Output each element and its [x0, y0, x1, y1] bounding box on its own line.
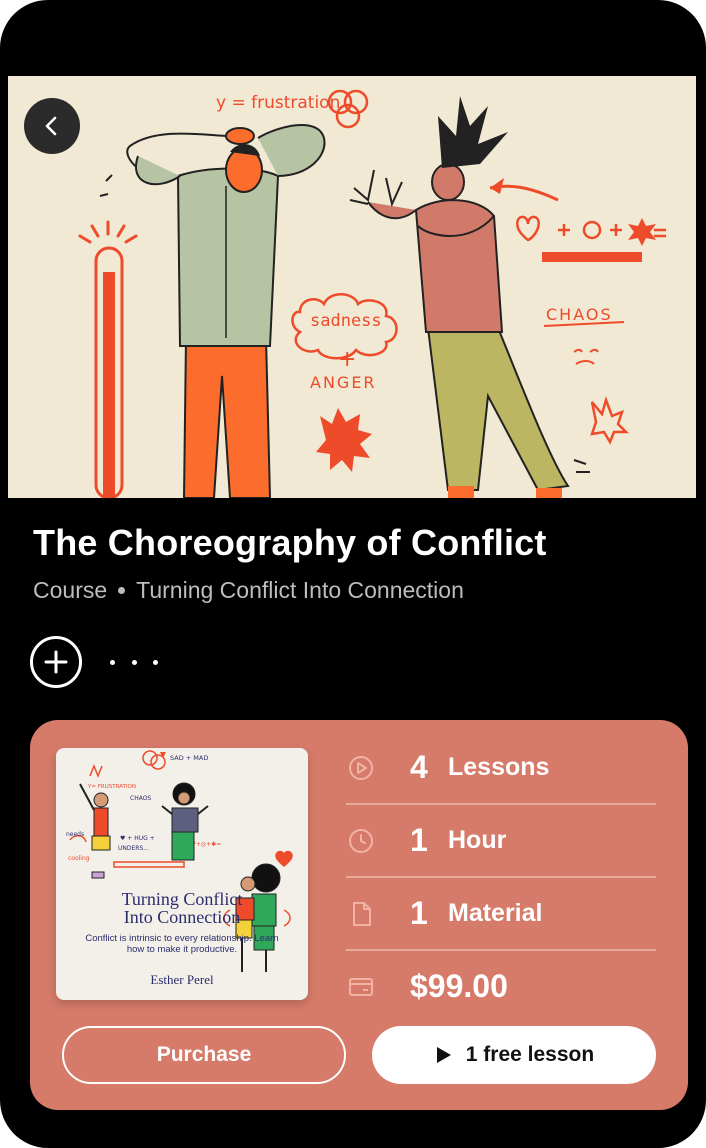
course-type-label: Course: [33, 577, 108, 603]
duration-count: 1: [410, 822, 428, 858]
book-frustration-label: Y= FRUSTRATION: [87, 784, 136, 790]
book-cover[interactable]: SAD + MAD Y= FRUSTRATION CHAOS needs coo…: [56, 748, 308, 1000]
book-title: Turning Conflict Into Connection: [56, 890, 308, 926]
stat-price: $99.00: [346, 951, 656, 1022]
course-stats: 4 Lessons 1 Hour 1 Material $99.00: [346, 732, 656, 1022]
hero-artwork: y = frustration CHAOS sadness + ANGER: [78, 89, 666, 498]
plus-label: +: [338, 347, 356, 372]
book-author: Esther Perel: [150, 972, 214, 987]
course-title: The Choreography of Conflict: [33, 522, 547, 563]
stat-materials: 1 Material: [346, 878, 656, 951]
chaos-label: CHAOS: [546, 305, 613, 324]
course-hero-illustration: y = frustration CHAOS sadness + ANGER: [8, 76, 696, 498]
more-dot-icon: [153, 659, 158, 665]
materials-count: 1: [410, 895, 428, 931]
anger-label: ANGER: [310, 373, 377, 392]
price-value: $99.00: [410, 968, 508, 1004]
play-circle-icon: [349, 756, 373, 780]
more-options-button[interactable]: [110, 644, 158, 680]
duration-label: Hour: [448, 826, 507, 854]
stat-lessons: 4 Lessons: [346, 732, 656, 805]
sadness-label: sadness: [310, 311, 382, 331]
play-icon: [436, 1047, 451, 1063]
book-title-line: Into Connection: [123, 907, 241, 927]
book-cooling-label: cooling: [68, 855, 90, 862]
book-needs-label: needs: [66, 831, 84, 838]
thermometer-drawing: [78, 220, 138, 498]
stat-duration: 1 Hour: [346, 805, 656, 878]
book-hug-label: ♥ + HUG +: [120, 835, 155, 842]
course-purchase-card: SAD + MAD Y= FRUSTRATION CHAOS needs coo…: [30, 720, 688, 1110]
book-description: Conflict is intrinsic to every relations…: [85, 933, 279, 955]
free-lesson-button[interactable]: 1 free lesson: [372, 1026, 656, 1084]
course-series-link[interactable]: Turning Conflict Into Connection: [136, 577, 464, 604]
book-chaos-label: CHAOS: [130, 795, 151, 802]
plus-icon: [44, 650, 68, 674]
course-meta: Course Turning Conflict Into Connection: [33, 577, 464, 604]
man-right-drawing: [349, 96, 590, 498]
lessons-count: 4: [410, 749, 428, 785]
credit-card-icon: [349, 978, 373, 996]
document-icon: [353, 902, 371, 926]
book-title-line: Turning Conflict: [121, 889, 243, 909]
book-sad-mad-label: SAD + MAD: [170, 754, 208, 762]
man-left-drawing: [99, 124, 326, 498]
materials-label: Material: [448, 899, 543, 927]
add-to-library-button[interactable]: [30, 636, 82, 688]
book-understand-label: UNDERS...: [118, 845, 149, 852]
purchase-button[interactable]: Purchase: [62, 1026, 346, 1084]
separator-dot: [118, 587, 126, 594]
app-screen: y = frustration CHAOS sadness + ANGER Th…: [0, 0, 706, 1148]
clock-icon: [349, 829, 373, 853]
chevron-left-icon: [45, 116, 57, 136]
equation-label: y = frustration: [216, 93, 340, 113]
more-dot-icon: [131, 659, 137, 665]
free-lesson-label: 1 free lesson: [465, 1043, 595, 1066]
book-cover-artwork: SAD + MAD Y= FRUSTRATION CHAOS needs coo…: [66, 750, 293, 972]
lessons-label: Lessons: [448, 753, 550, 781]
more-dot-icon: [110, 659, 115, 665]
back-button[interactable]: [24, 98, 80, 154]
